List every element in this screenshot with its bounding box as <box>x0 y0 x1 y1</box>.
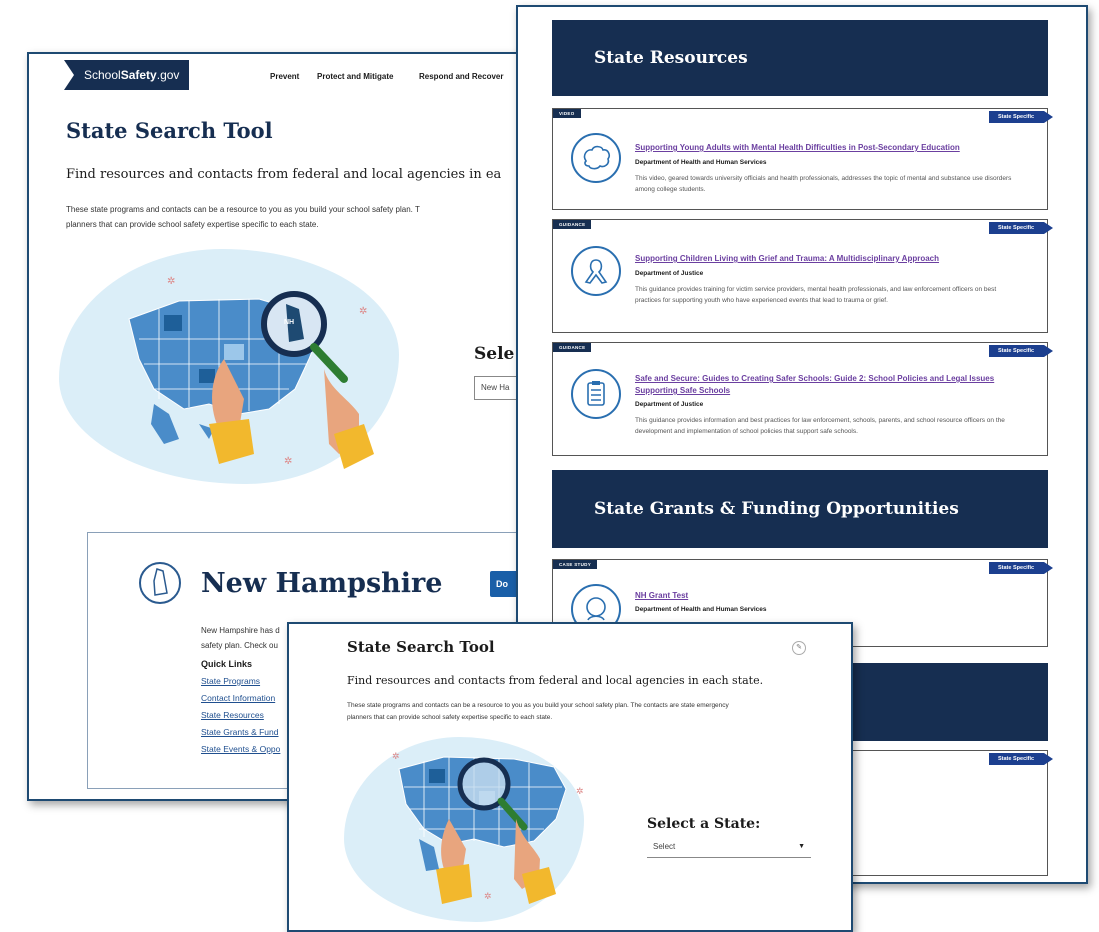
page-subtitle: Find resources and contacts from federal… <box>66 167 502 182</box>
resource-department: Department of Health and Human Services <box>635 606 767 613</box>
svg-text:✲: ✲ <box>392 751 400 761</box>
quick-links-heading: Quick Links <box>201 659 253 669</box>
us-map-graphic: ✲ ✲ ✲ <box>128 276 374 469</box>
content-type-badge: GUIDANCE <box>553 343 592 352</box>
schoolsafety-logo[interactable]: SchoolSafety.gov <box>64 60 189 90</box>
page-title: State Search Tool <box>347 638 495 656</box>
resource-department: Department of Justice <box>635 401 704 408</box>
content-type-badge: CASE STUDY <box>553 560 598 569</box>
resource-card: GUIDANCE State Specific Safe and Secure:… <box>552 342 1053 456</box>
page-intro: These state programs and contacts can be… <box>347 700 807 724</box>
state-specific-tag: State Specific <box>989 345 1053 357</box>
resource-description: This guidance provides information and b… <box>635 417 1005 435</box>
svg-text:✲: ✲ <box>359 306 367 317</box>
quick-link-state-grants[interactable]: State Grants & Fund <box>201 727 278 737</box>
resource-department: Department of Justice <box>635 270 704 277</box>
svg-text:✲: ✲ <box>484 891 492 901</box>
us-map-graphic: ✲ ✲ ✲ <box>392 751 584 904</box>
clipboard-icon <box>571 369 621 419</box>
svg-text:✲: ✲ <box>167 276 175 287</box>
svg-text:✲: ✲ <box>576 786 584 796</box>
select-state-heading: Sele <box>474 344 515 364</box>
content-type-badge: GUIDANCE <box>553 220 592 229</box>
state-specific-tag: State Specific <box>989 222 1053 234</box>
state-grants-banner: State Grants & Funding Opportunities <box>552 470 1048 548</box>
state-specific-tag: State Specific <box>989 111 1053 123</box>
nav-prevent[interactable]: Prevent <box>270 72 299 81</box>
map-badge-nh: NH <box>284 319 295 326</box>
ribbon-icon <box>571 246 621 296</box>
intro-line-1: These state programs and contacts can be… <box>66 205 420 214</box>
resource-description: This guidance provides training for vict… <box>635 286 997 304</box>
nav-protect-mitigate[interactable]: Protect and Mitigate <box>317 72 393 81</box>
intro-line-2: planners that can provide school safety … <box>66 220 319 229</box>
quick-link-contact-information[interactable]: Contact Information <box>201 693 275 703</box>
chevron-down-icon: ▼ <box>798 843 805 850</box>
resource-title-link[interactable]: Supporting Young Adults with Mental Heal… <box>635 142 1005 154</box>
page-subtitle: Find resources and contacts from federal… <box>347 674 764 687</box>
resource-department: Department of Health and Human Services <box>635 159 767 166</box>
state-resources-banner: State Resources <box>552 20 1048 96</box>
quick-link-state-events[interactable]: State Events & Oppo <box>201 744 280 754</box>
us-map-illustration: ✲ ✲ ✲ NH <box>59 239 409 489</box>
resource-title-link[interactable]: Safe and Secure: Guides to Creating Safe… <box>635 373 1005 397</box>
state-select[interactable]: Select ▼ <box>647 838 811 858</box>
quick-link-state-programs[interactable]: State Programs <box>201 676 260 686</box>
content-type-badge: VIDEO <box>553 109 581 118</box>
state-search-page-front: State Search Tool ✎ Find resources and c… <box>287 622 853 932</box>
resource-card: GUIDANCE State Specific Supporting Child… <box>552 219 1053 333</box>
resource-description: This video, geared towards university of… <box>635 175 1012 193</box>
resource-title-link[interactable]: NH Grant Test <box>635 590 1005 602</box>
resource-card: VIDEO State Specific Supporting Young Ad… <box>552 108 1053 210</box>
page-title: State Search Tool <box>66 118 273 143</box>
intro-line-2: planners that can provide school safety … <box>347 714 553 721</box>
quick-link-state-resources[interactable]: State Resources <box>201 710 264 720</box>
resource-title-link[interactable]: Supporting Children Living with Grief an… <box>635 253 1005 265</box>
nav-respond-recover[interactable]: Respond and Recover <box>419 72 503 81</box>
state-specific-tag: State Specific <box>989 562 1053 574</box>
svg-text:✲: ✲ <box>284 456 292 467</box>
state-name: New Hampshire <box>201 568 443 599</box>
edit-icon[interactable]: ✎ <box>792 641 806 655</box>
us-map-illustration: ✲ ✲ ✲ <box>344 729 594 929</box>
state-select-value: Select <box>653 842 676 851</box>
intro-line-1: These state programs and contacts can be… <box>347 702 729 709</box>
brain-icon <box>571 133 621 183</box>
select-state-heading: Select a State: <box>647 816 761 832</box>
state-specific-tag: State Specific <box>989 753 1053 765</box>
page-intro: These state programs and contacts can be… <box>66 202 586 232</box>
nh-state-icon <box>139 562 181 604</box>
